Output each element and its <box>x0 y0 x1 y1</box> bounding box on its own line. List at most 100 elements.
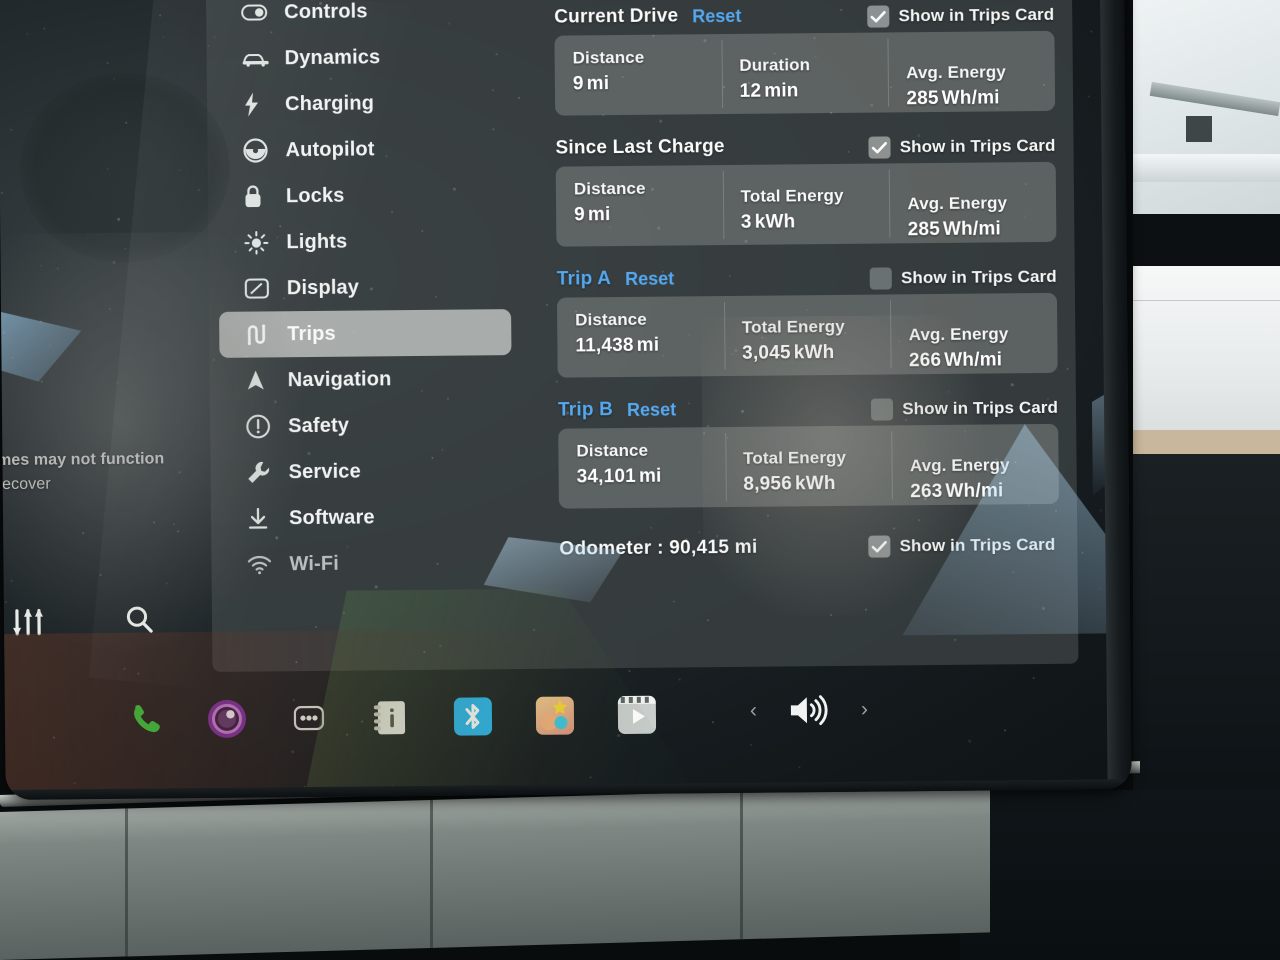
left-toolbar <box>4 600 205 656</box>
stat-unit: mi <box>638 465 662 487</box>
trips-section-trip-b: Trip B Reset Show in Trips Card Distance… <box>558 391 1059 509</box>
display-icon <box>244 275 278 301</box>
glare-reflection-head <box>18 71 231 264</box>
reflection-line-2: recover <box>0 475 51 494</box>
stat-number: 11,438 <box>575 334 634 357</box>
vehicle-body-panel <box>1133 266 1280 446</box>
stats-card: Distance 9 mi Duration 12 min Avg. Energy … <box>554 30 1056 116</box>
stat-unit: kWh <box>793 341 835 364</box>
stat-avg-energy: Avg. Energy 263 Wh/mi <box>892 424 1059 506</box>
sidebar-item-locks[interactable]: Locks <box>218 171 510 220</box>
checkbox-checked[interactable] <box>867 5 890 28</box>
sidebar-item-service[interactable]: Service <box>220 447 512 496</box>
show-in-trips-card-toggle[interactable]: Show in Trips Card <box>869 266 1057 290</box>
volume-control: ‹ › <box>750 688 868 733</box>
search-icon[interactable] <box>122 602 158 643</box>
arcade-icon[interactable] <box>533 693 577 737</box>
lock-icon <box>243 183 277 209</box>
stat-label: Distance <box>572 47 645 68</box>
glare-blue-1 <box>1 311 82 382</box>
stat-unit: mi <box>636 334 660 356</box>
stat-value: 34,101 mi <box>577 465 726 488</box>
tesla-center-touchscreen[interactable]: imes may not function recover Controls D… <box>0 0 1132 800</box>
reset-link[interactable]: Reset <box>692 5 741 26</box>
stat-distance: Distance 34,101 mi <box>558 427 725 509</box>
stat-value: 263 Wh/mi <box>910 480 1059 503</box>
more-dots-icon[interactable] <box>287 696 331 740</box>
stat-number: 285 <box>906 87 939 110</box>
bluetooth-icon[interactable] <box>451 694 495 738</box>
sun-icon <box>243 229 277 255</box>
stat-value: 266 Wh/mi <box>909 349 1058 372</box>
sidebar-item-autopilot[interactable]: Autopilot <box>217 125 509 174</box>
sidebar-item-trips[interactable]: Trips <box>219 309 512 358</box>
taskbar-app-icons <box>5 693 659 743</box>
sidebar-item-label: Autopilot <box>285 137 375 161</box>
sidebar-item-dynamics[interactable]: Dynamics <box>216 33 508 82</box>
glass-reflection-text: imes may not function recover <box>0 447 213 497</box>
stat-total-energy: Total Energy 8,956 kWh <box>725 425 892 507</box>
dashboard-right-shadow <box>960 790 1280 960</box>
theater-icon[interactable] <box>615 693 659 737</box>
checkbox-label: Show in Trips Card <box>900 266 1057 288</box>
odometer-row: Odometer : 90,415 mi Show in Trips Card <box>559 534 1059 561</box>
chevron-right-icon[interactable]: › <box>861 698 868 722</box>
wifi-icon <box>246 551 280 577</box>
section-header: Trip A Reset Show in Trips Card <box>557 260 1057 295</box>
odometer-text: Odometer : 90,415 mi <box>559 536 758 560</box>
checkbox-unchecked[interactable] <box>869 267 893 290</box>
sliders-icon[interactable] <box>10 606 48 645</box>
stat-avg-energy: Avg. Energy 266 Wh/mi <box>890 293 1057 375</box>
stat-label: Distance <box>575 309 647 330</box>
sidebar-item-wifi[interactable]: Wi-Fi <box>221 539 513 588</box>
volume-icon[interactable] <box>787 688 831 732</box>
reset-link[interactable]: Reset <box>625 268 674 289</box>
reset-link[interactable]: Reset <box>627 399 676 420</box>
window-sill <box>1133 154 1280 182</box>
bottom-taskbar: ‹ › <box>5 671 1108 760</box>
chevron-left-icon[interactable]: ‹ <box>750 699 757 723</box>
sidebar-item-navigation[interactable]: Navigation <box>220 355 512 404</box>
show-in-trips-card-toggle[interactable]: Show in Trips Card <box>867 4 1054 28</box>
trips-section-since-last-charge: Since Last Charge Show in Trips Card Dis… <box>555 129 1057 247</box>
sidebar-item-controls[interactable]: Controls <box>216 0 508 36</box>
checkbox-checked[interactable] <box>868 535 891 558</box>
show-in-trips-card-toggle[interactable]: Show in Trips Card <box>868 135 1056 159</box>
checkbox-label: Show in Trips Card <box>898 4 1055 26</box>
section-header: Since Last Charge Show in Trips Card <box>555 129 1055 164</box>
bolt-icon <box>242 91 276 117</box>
stat-number: 12 <box>739 80 762 102</box>
sidebar-item-software[interactable]: Software <box>221 493 513 542</box>
stat-label: Total Energy <box>743 447 847 468</box>
stat-label: Total Energy <box>740 185 844 206</box>
sidebar-item-safety[interactable]: Safety <box>220 401 512 450</box>
stat-label: Avg. Energy <box>906 62 1006 83</box>
stats-card: Distance 34,101 mi Total Energy 8,956 kWh … <box>558 423 1059 509</box>
stat-number: 3,045 <box>742 342 791 364</box>
stat-value: 285 Wh/mi <box>906 87 1055 110</box>
sidebar-item-charging[interactable]: Charging <box>217 79 509 128</box>
wiper-mount <box>1186 116 1212 142</box>
stat-label: Duration <box>739 55 811 75</box>
stat-value: 3,045 kWh <box>742 341 891 364</box>
sidebar-item-label: Wi-Fi <box>289 552 340 575</box>
checkbox-checked[interactable] <box>868 136 891 159</box>
steering-wheel-icon <box>242 137 276 163</box>
show-in-trips-card-toggle[interactable]: Show in Trips Card <box>868 534 1055 558</box>
stats-card: Distance 11,438 mi Total Energy 3,045 kWh … <box>556 292 1058 378</box>
show-in-trips-card-toggle[interactable]: Show in Trips Card <box>871 397 1058 421</box>
section-title: Current Drive <box>554 5 679 28</box>
sidebar-item-lights[interactable]: Lights <box>218 217 510 266</box>
phone-icon[interactable] <box>123 697 167 741</box>
stat-number: 34,101 <box>576 465 637 488</box>
camera-icon[interactable] <box>205 697 249 741</box>
checkbox-unchecked[interactable] <box>871 398 894 421</box>
glovebox-icon[interactable] <box>369 695 413 739</box>
stat-value: 9 mi <box>573 72 722 95</box>
stat-distance: Distance 11,438 mi <box>557 296 724 378</box>
section-title: Since Last Charge <box>555 136 725 159</box>
checkbox-label: Show in Trips Card <box>899 135 1056 157</box>
stat-number: 8,956 <box>743 473 793 495</box>
stat-unit: Wh/mi <box>941 87 1000 109</box>
sidebar-item-display[interactable]: Display <box>219 263 511 312</box>
